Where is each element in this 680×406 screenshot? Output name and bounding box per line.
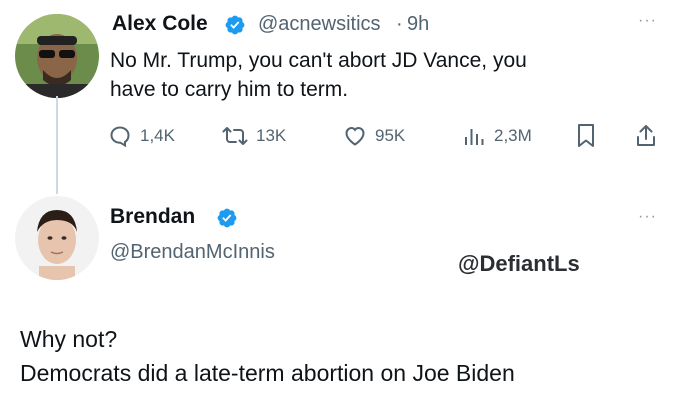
- repost-count: 13K: [256, 126, 287, 145]
- tweet-text-line-1: No Mr. Trump, you can't abort JD Vance, …: [110, 49, 527, 72]
- views-count: 2,3M: [494, 126, 532, 145]
- tweet-time[interactable]: 9h: [407, 13, 429, 36]
- tweet-text-line-2: have to carry him to term.: [110, 78, 349, 101]
- views-chart-icon: [465, 129, 484, 145]
- watermark: @DefiantLs: [458, 251, 580, 276]
- thread-line: [56, 96, 58, 194]
- reply-handle[interactable]: @BrendanMcInnis: [110, 241, 275, 264]
- reply-author-name[interactable]: Brendan: [110, 205, 195, 229]
- like-button[interactable]: 95K: [343, 124, 405, 148]
- reply-text-line-1: Why not?: [20, 326, 118, 352]
- bookmark-icon[interactable]: [574, 122, 598, 150]
- reply-text-line-2: Democrats did a late-term abortion on Jo…: [20, 360, 515, 386]
- avatar-alex-cole[interactable]: [15, 14, 99, 98]
- reply-count: 1,4K: [140, 126, 175, 145]
- verified-badge-icon: [225, 15, 245, 35]
- avatar-brendan[interactable]: [15, 196, 99, 280]
- tweet-separator: ·: [396, 13, 403, 35]
- reply-button[interactable]: 1,4K: [108, 124, 175, 148]
- tweet-text: No Mr. Trump, you can't abort JD Vance, …: [110, 46, 670, 104]
- repost-button[interactable]: 13K: [222, 124, 286, 148]
- tweet-handle[interactable]: @acnewsitics: [258, 13, 381, 36]
- reply-more-icon[interactable]: ···: [638, 208, 657, 226]
- avatar-photo: [15, 196, 99, 280]
- tweet-author-name[interactable]: Alex Cole: [112, 12, 208, 36]
- reply-text: Why not? Democrats did a late-term abort…: [20, 322, 515, 390]
- reply-icon: [110, 126, 130, 148]
- tweet-more-icon[interactable]: ···: [638, 12, 657, 30]
- repost-icon: [222, 127, 248, 145]
- avatar-photo: [15, 14, 99, 98]
- heart-icon: [345, 126, 365, 146]
- like-count: 95K: [375, 126, 406, 145]
- views-button[interactable]: 2,3M: [462, 124, 532, 148]
- verified-badge-icon: [217, 208, 237, 228]
- share-icon[interactable]: [634, 122, 658, 150]
